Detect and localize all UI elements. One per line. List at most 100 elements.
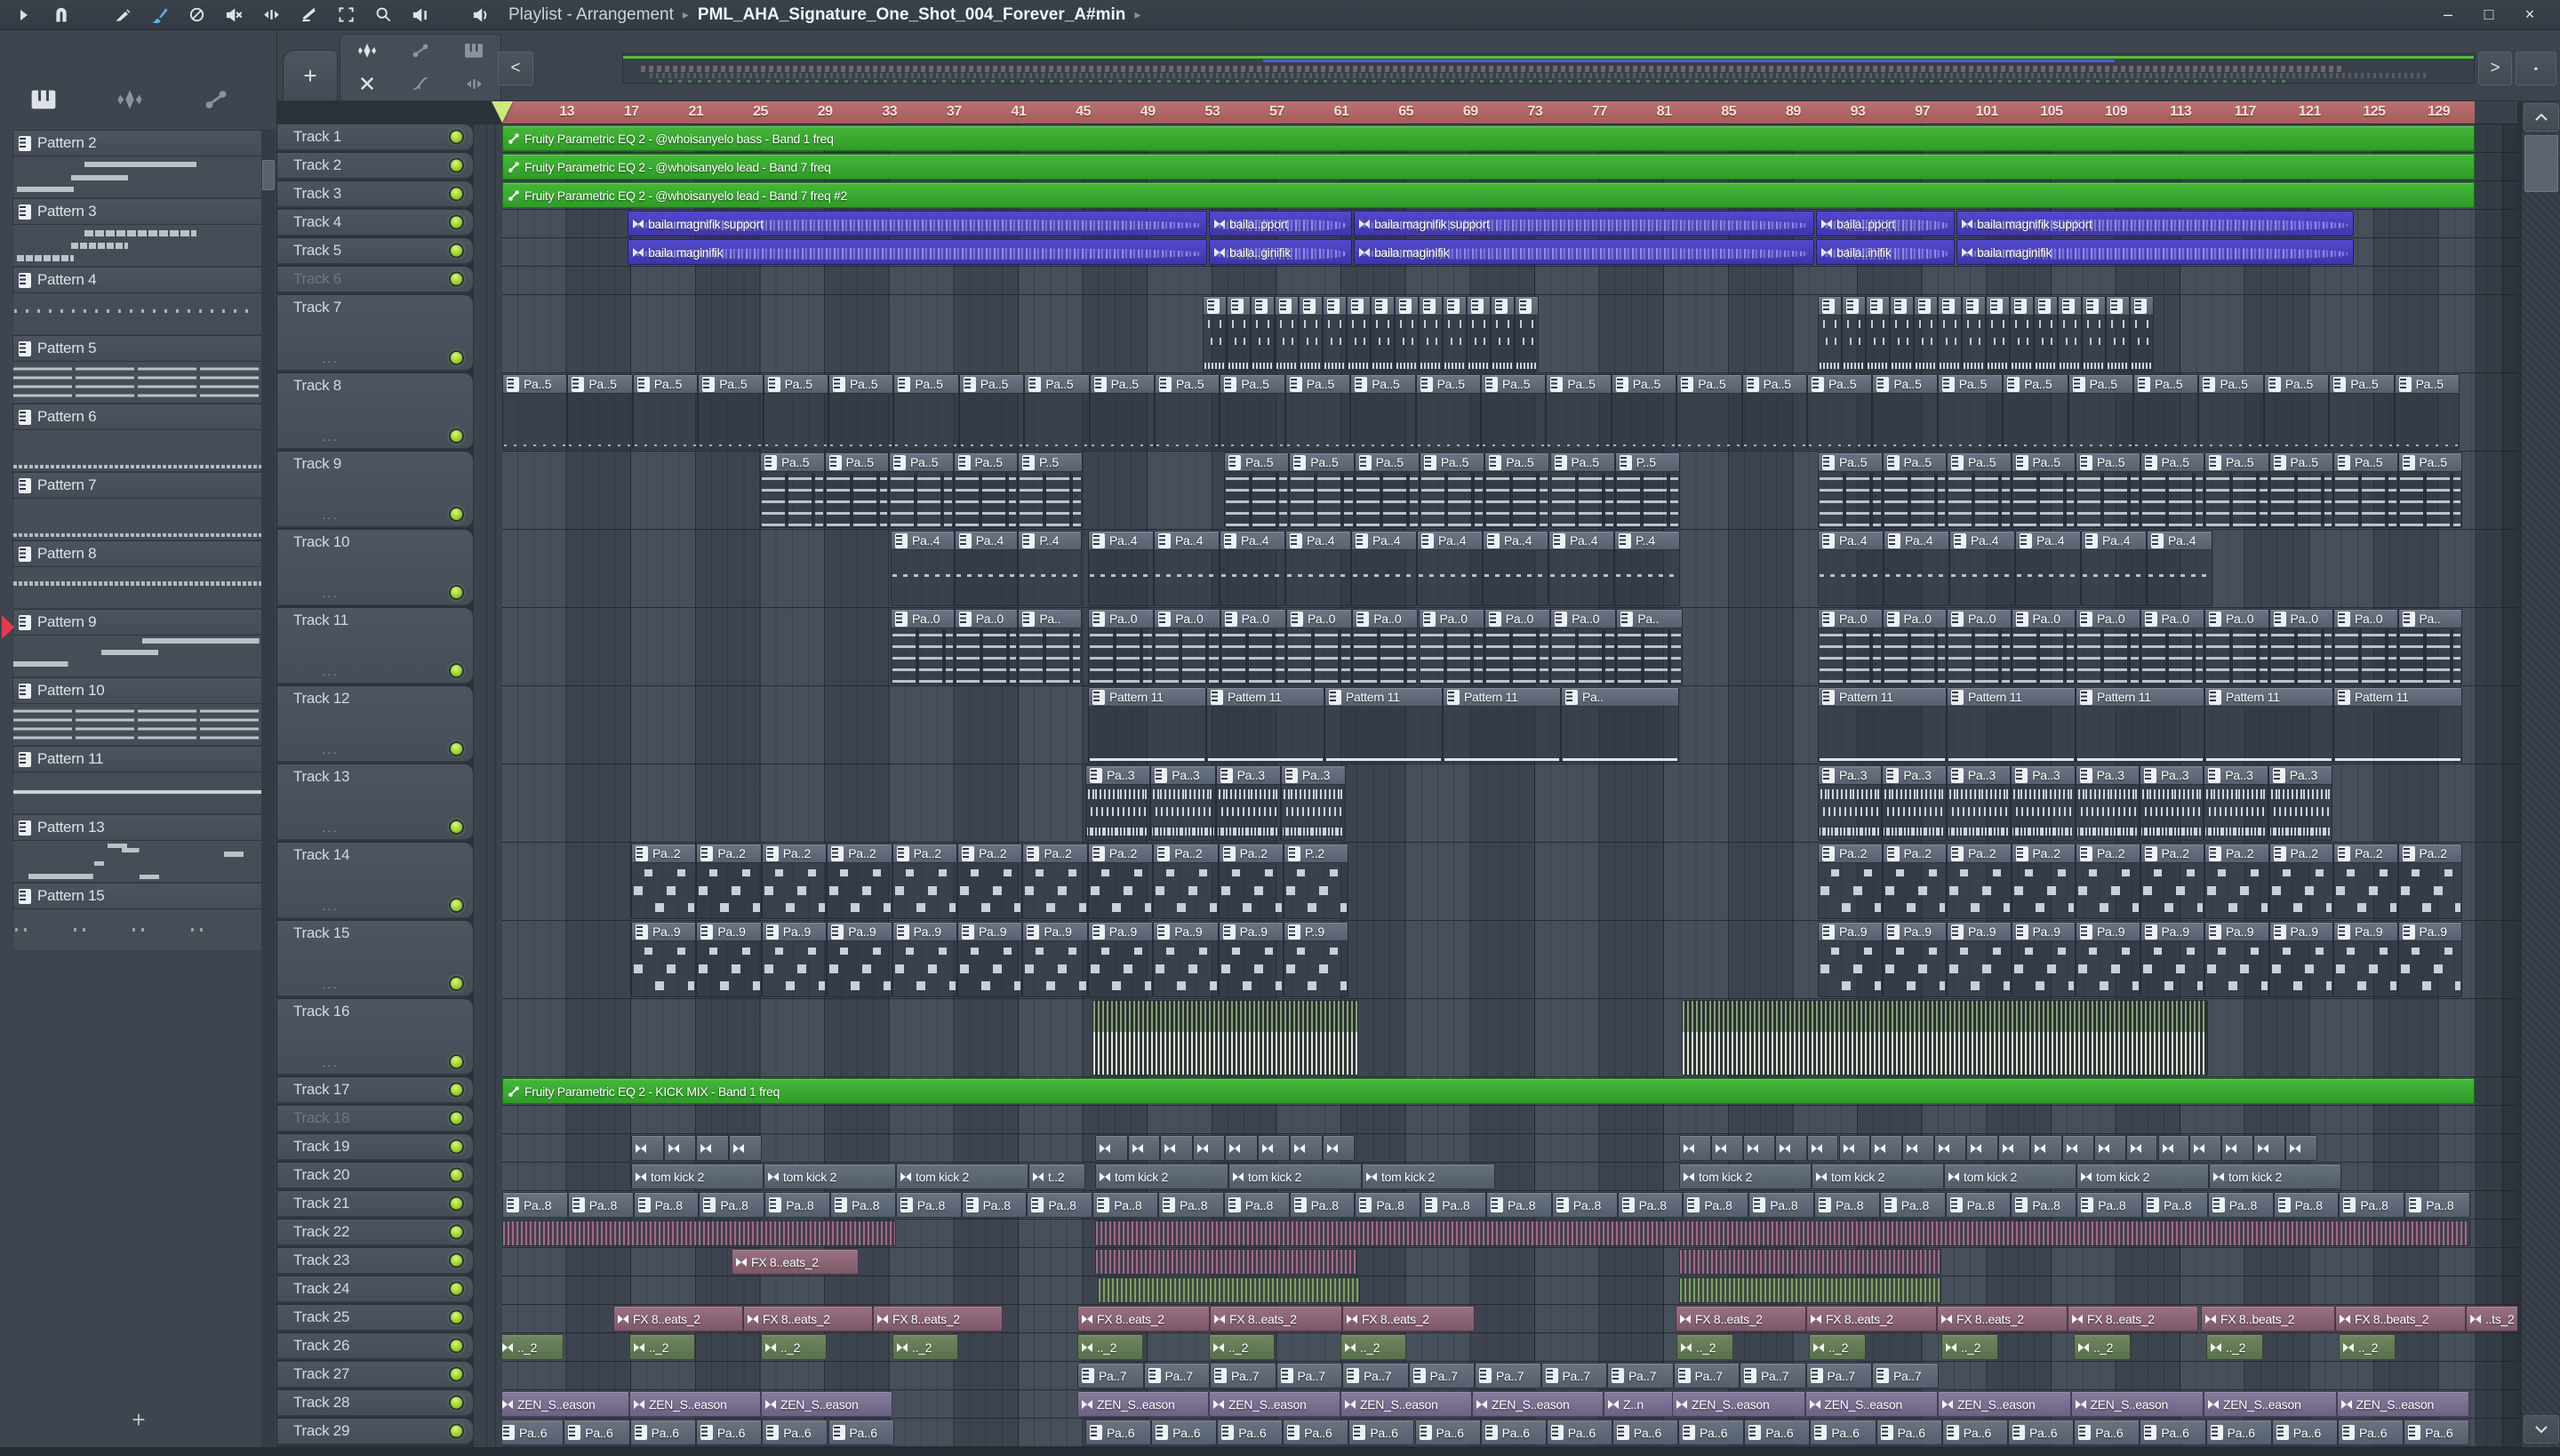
audio-clip[interactable] [1998,1135,2030,1161]
pattern-clip[interactable]: Pa..5 [2198,374,2264,450]
picker-scrollbar[interactable] [261,130,276,1456]
audio-clip[interactable]: baila magnifik support [628,211,1207,236]
track-mute-led[interactable] [449,1110,464,1126]
track-mute-led[interactable] [449,350,464,365]
pattern-clip[interactable]: Pa..8 [2142,1192,2208,1218]
pattern-clip[interactable]: Pa..2 [1947,844,2012,919]
pattern-clip[interactable] [1986,296,2010,372]
track-header[interactable]: Track 5 [277,238,473,265]
track-header[interactable]: Track 24 [277,1276,473,1303]
audio-clip[interactable]: tom kick 2 [1095,1164,1228,1189]
audio-clip[interactable] [2157,1135,2190,1161]
pattern-clip[interactable]: Pa..2 [1218,844,1284,919]
track-lane[interactable]: Fruity Parametric EQ 2 - @whoisanyelo ba… [502,124,2517,153]
track-mute-led[interactable] [449,741,464,756]
audio-clip[interactable]: .._2 [761,1334,827,1360]
pattern-clip[interactable]: Pa..4 [1818,531,1884,606]
pattern-clip[interactable] [1419,296,1443,372]
track-mute-led[interactable] [449,214,464,230]
pattern-clip[interactable] [2082,296,2106,372]
zoom-icon[interactable] [368,4,398,27]
pattern-clip[interactable]: Pa..2 [1882,844,1947,919]
playlist-grid[interactable]: Fruity Parametric EQ 2 - @whoisanyelo ba… [502,124,2517,1447]
track-header[interactable]: Track 22 [277,1220,473,1246]
pattern-clip[interactable]: Pa..2 [2204,844,2269,919]
audio-clip[interactable]: .._2 [502,1334,564,1360]
pattern-clip[interactable]: Pa..4 [1483,531,1548,606]
track-header[interactable]: Track 19 [277,1134,473,1161]
track-mute-led[interactable] [449,1423,464,1439]
pattern-clip[interactable]: Pa..6 [1414,1420,1481,1445]
pattern-clip[interactable]: Pa..8 [1814,1192,1880,1218]
audio-clip[interactable]: .._2 [1809,1334,1866,1360]
pattern-clip[interactable]: Pa..5 [824,452,889,528]
track-header[interactable]: Track 12... [277,686,473,763]
track-header[interactable]: Track 15... [277,921,473,997]
audio-clip[interactable]: ZEN_S..eason [2336,1391,2469,1417]
audio-clip[interactable]: t..2 [1028,1164,1085,1189]
pattern-clip[interactable]: Pa..8 [830,1192,896,1218]
pattern-clip[interactable]: Pa..4 [954,531,1019,606]
piano-icon[interactable] [447,35,500,67]
audio-clip[interactable]: .._2 [1077,1334,1143,1360]
audio-clip[interactable]: Z..n [1604,1391,1678,1417]
pattern-preview[interactable] [12,499,263,540]
pattern-clip[interactable]: Pa..5 [1419,452,1485,528]
pattern-clip[interactable]: Pattern 11 [1088,687,1206,763]
pattern-clip[interactable]: Pa..9 [2333,922,2398,997]
wave-icon[interactable] [109,84,150,115]
pattern-clip[interactable]: Pa..4 [1417,531,1483,606]
track-lane[interactable]: Pa..5 Pa..5 Pa..5 Pa..5 P..5 Pa..5 Pa..5 Pa..5 P… [502,452,2517,530]
audio-clip[interactable]: ZEN_S..eason [2204,1391,2337,1417]
audio-clip[interactable]: ZEN_S..eason [1472,1391,1604,1417]
pattern-clip[interactable]: Pa..5 [1549,452,1615,528]
track-header[interactable]: Track 4 [277,210,473,236]
track-mute-led[interactable] [449,271,464,287]
track-header[interactable]: Track 3 [277,181,473,208]
pattern-clip[interactable]: Pa..2 [631,844,697,919]
pattern-clip[interactable]: Pa..4 [2147,531,2212,606]
pattern-clip[interactable]: Pa..5 [1155,374,1220,450]
audio-clip[interactable] [1679,1135,1711,1161]
pattern-preview[interactable] [12,636,263,677]
pattern-clip[interactable]: Pa..6 [1480,1420,1547,1445]
pattern-clip[interactable]: Pa..8 [1355,1192,1421,1218]
pattern-clip[interactable] [1395,296,1419,372]
pattern-clip[interactable]: Pa..0 [1882,609,1947,684]
track-mute-led[interactable] [449,1196,464,1212]
audio-clip[interactable] [696,1135,730,1161]
pattern-clip[interactable]: Pa..6 [1876,1420,1942,1445]
automation-clip[interactable]: Fruity Parametric EQ 2 - @whoisanyelo ba… [502,125,2475,151]
pattern-clip[interactable]: Pa..5 [1818,452,1883,528]
audio-clip[interactable]: .._2 [2339,1334,2396,1360]
pattern-clip[interactable] [1323,296,1347,372]
pattern-clip[interactable]: Pa..9 [1022,922,1088,997]
audio-clip[interactable] [631,1135,664,1161]
pattern-clip[interactable]: Pa.. [1561,687,1679,763]
pattern-clip[interactable]: Pattern 11 [2204,687,2333,763]
automation-clip[interactable]: Fruity Parametric EQ 2 - KICK MIX - Band… [502,1078,2475,1104]
pattern-clip[interactable]: Pa..5 [1484,452,1550,528]
track-header[interactable]: Track 17 [277,1077,473,1104]
track-header[interactable]: Track 26 [277,1333,473,1360]
track-header[interactable]: Track 21 [277,1191,473,1218]
pattern-clip[interactable]: Pa..5 [2076,452,2140,528]
track-resize-handle[interactable]: ... [322,820,339,836]
playback-speaker-icon[interactable] [405,4,436,27]
pattern-clip[interactable]: Pa..2 [696,844,762,919]
pattern-clip[interactable]: Pa..7 [1673,1363,1740,1388]
pattern-clip[interactable]: Pa..6 [1546,1420,1612,1445]
track-lane[interactable]: ZEN_S..eason ZEN_S..eason ZEN_S..eason ZEN_… [502,1390,2517,1419]
pattern-clip[interactable]: Pa..9 [1153,922,1219,997]
pattern-clip[interactable]: Pa..2 [1153,844,1219,919]
pattern-item[interactable]: Pattern 11 [12,746,263,772]
track-lane[interactable]: Fruity Parametric EQ 2 - @whoisanyelo le… [502,153,2517,181]
pattern-clip[interactable]: Pa..6 [1217,1420,1284,1445]
pattern-clip[interactable] [1371,296,1395,372]
pattern-clip[interactable]: Pa..7 [1408,1363,1475,1388]
pattern-clip[interactable]: Pa..7 [1872,1363,1939,1388]
pattern-clip[interactable]: Pa..5 [1947,452,2012,528]
track-mute-led[interactable] [449,1309,464,1325]
track-lane[interactable]: Fruity Parametric EQ 2 - KICK MIX - Band… [502,1077,2517,1106]
track-mute-led[interactable] [449,1366,464,1382]
